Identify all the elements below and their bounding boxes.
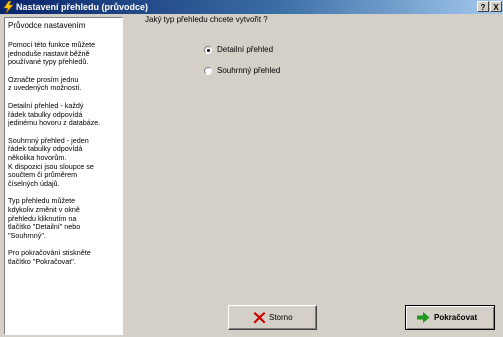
guide-title: Průvodce nastavením bbox=[8, 21, 86, 30]
window-title: Nastavení přehledu (průvodce) bbox=[16, 2, 149, 12]
guide-paragraph: Označte prosím jednu z uvedených možnost… bbox=[8, 74, 82, 93]
wizard-window: Nastavení přehledu (průvodce) ? X Průvod… bbox=[0, 0, 503, 337]
guide-paragraph: Souhrnný přehled - jeden řádek tabulky o… bbox=[8, 135, 94, 188]
guide-paragraph: Detailní přehled - každý řádek tabulky o… bbox=[8, 100, 101, 128]
guide-paragraph: Pro pokračování stiskněte tlačítko "Pokr… bbox=[8, 248, 91, 266]
radio-button[interactable] bbox=[204, 67, 212, 75]
guide-paragraph: Typ přehledu můžete kdykoliv změnit v ok… bbox=[8, 196, 81, 240]
radio-label[interactable]: Souhrnný přehled bbox=[217, 66, 280, 76]
radio-label[interactable]: Detailní přehled bbox=[217, 45, 273, 55]
guide-panel: Průvodce nastavením Pomocí této funkce m… bbox=[4, 17, 123, 335]
lightning-bolt-icon bbox=[3, 1, 14, 13]
question-label: Jaký typ přehledu chcete vytvořit ? bbox=[145, 15, 268, 24]
cancel-button[interactable]: Storno bbox=[228, 305, 317, 330]
guide-paragraph: Pomocí této funkce můžete jednoduše nast… bbox=[8, 40, 96, 67]
green-arrow-right-icon bbox=[417, 312, 430, 323]
title-bar[interactable]: Nastavení přehledu (průvodce) ? X bbox=[0, 0, 503, 14]
close-button[interactable]: X bbox=[490, 1, 502, 12]
radio-button[interactable] bbox=[204, 46, 212, 54]
continue-button[interactable]: Pokračovat bbox=[405, 305, 495, 330]
help-button[interactable]: ? bbox=[477, 1, 489, 12]
red-x-icon bbox=[253, 312, 266, 324]
cancel-label: Storno bbox=[269, 313, 293, 322]
continue-label: Pokračovat bbox=[434, 313, 478, 322]
